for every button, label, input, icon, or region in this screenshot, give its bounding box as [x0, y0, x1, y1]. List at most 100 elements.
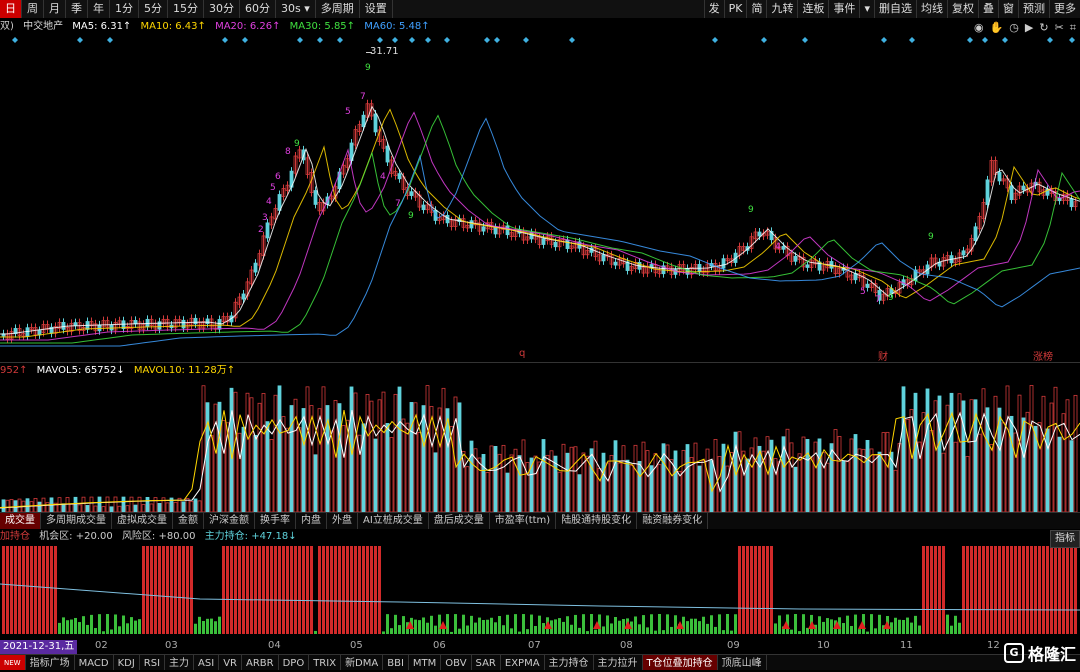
- volume-bar: [1069, 440, 1074, 513]
- chance-bar: [490, 617, 493, 634]
- bottom-tab-2[interactable]: MACD: [75, 655, 114, 670]
- period-11[interactable]: 多周期: [316, 0, 360, 18]
- candle-body: [1069, 198, 1074, 208]
- bottom-tab-12[interactable]: BBI: [383, 655, 409, 670]
- toolbar-right-2[interactable]: 简: [746, 0, 766, 18]
- bottom-tab-8[interactable]: ARBR: [242, 655, 279, 670]
- period-4[interactable]: 年: [88, 0, 110, 18]
- month-label-11: 11: [900, 640, 913, 651]
- chance-bar: [90, 614, 93, 634]
- indicator-tab-7[interactable]: 外盘: [327, 513, 358, 529]
- chance-bar: [734, 614, 737, 634]
- indicator-tab-12[interactable]: 融资融券变化: [637, 513, 709, 529]
- bottom-tab-4[interactable]: RSI: [140, 655, 166, 670]
- toolbar-right-13[interactable]: 更多: [1049, 0, 1080, 18]
- bottom-tab-16[interactable]: EXPMA: [501, 655, 545, 670]
- bottom-tab-13[interactable]: MTM: [409, 655, 442, 670]
- holding-bar: [1042, 546, 1045, 634]
- volume-bar: [1065, 399, 1070, 513]
- bottom-tab-1[interactable]: 指标广场: [26, 655, 75, 670]
- bottom-tab-15[interactable]: SAR: [472, 655, 501, 670]
- toolbar-right-0[interactable]: 发: [703, 0, 724, 18]
- chance-bar: [674, 615, 677, 634]
- replay-icon[interactable]: ↻: [1039, 21, 1048, 35]
- toolbar-right-7[interactable]: 删自选: [874, 0, 916, 18]
- bottom-tab-5[interactable]: 主力: [165, 655, 195, 670]
- bottom-tab-19[interactable]: T仓位叠加持仓: [642, 655, 718, 670]
- period-8[interactable]: 30分: [204, 0, 240, 18]
- play-icon[interactable]: ▶: [1025, 21, 1033, 35]
- period-1[interactable]: 周: [22, 0, 44, 18]
- period-7[interactable]: 15分: [168, 0, 204, 18]
- period-12[interactable]: 设置: [360, 0, 393, 18]
- candle-body: [313, 190, 318, 205]
- volume-bar: [105, 496, 110, 513]
- indicator-tab-2[interactable]: 虚拟成交量: [112, 513, 173, 529]
- bottom-tab-17[interactable]: 主力持仓: [545, 655, 594, 670]
- bottom-tab-18[interactable]: 主力拉升: [594, 655, 643, 670]
- indicator-tab-9[interactable]: 盘后成交量: [429, 513, 490, 529]
- volume-bar: [261, 393, 266, 513]
- toolbar-right-5[interactable]: 事件: [828, 0, 859, 18]
- toolbar-right-10[interactable]: 叠: [978, 0, 998, 18]
- indicator-tab-11[interactable]: 陆股通持股变化: [556, 513, 638, 529]
- period-0[interactable]: 日: [0, 0, 22, 18]
- holding-legend: 加持仓 机会区: +20.00 风险区: +80.00 主力持仓: +47.18…: [0, 530, 303, 544]
- scissors-icon[interactable]: ✂: [1055, 21, 1064, 35]
- toolbar-right-1[interactable]: PK: [723, 0, 747, 18]
- chance-bar: [414, 619, 417, 634]
- holding-bar: [282, 546, 285, 634]
- toolbar-right-3[interactable]: 九转: [766, 0, 797, 18]
- indicator-tab-5[interactable]: 换手率: [255, 513, 296, 529]
- td-number: 4: [266, 197, 272, 207]
- period-5[interactable]: 1分: [110, 0, 139, 18]
- bottom-tab-3[interactable]: KDJ: [114, 655, 140, 670]
- indicator-tab-1[interactable]: 多周期成交量: [41, 513, 112, 529]
- grid-icon[interactable]: ⌗: [1070, 21, 1076, 35]
- clock-icon[interactable]: ◷: [1009, 21, 1019, 35]
- index-button[interactable]: 指标: [1050, 530, 1080, 548]
- period-3[interactable]: 季: [66, 0, 88, 18]
- period-10[interactable]: 30s ▾: [276, 0, 316, 18]
- toolbar-right-8[interactable]: 均线: [916, 0, 947, 18]
- volume-bar: [1021, 417, 1026, 513]
- indicator-tab-0[interactable]: 成交量: [0, 513, 41, 529]
- volume-bar: [613, 440, 618, 513]
- volume-bar: [321, 386, 326, 513]
- bottom-tab-11[interactable]: 新DMA: [341, 655, 384, 670]
- bottom-tab-20[interactable]: 顶底山峰: [718, 655, 767, 670]
- period-2[interactable]: 月: [44, 0, 66, 18]
- kline-chart[interactable]: 23456899574799457 99: [0, 34, 1080, 634]
- period-9[interactable]: 60分: [240, 0, 276, 18]
- td-number: 7: [395, 199, 401, 209]
- holding-bar: [354, 546, 357, 634]
- indicator-tab-8[interactable]: AI立桩成交量: [358, 513, 429, 529]
- toolbar-right-9[interactable]: 复权: [947, 0, 978, 18]
- chance-bar: [918, 625, 921, 634]
- period-6[interactable]: 5分: [139, 0, 168, 18]
- bottom-tab-6[interactable]: ASI: [194, 655, 220, 670]
- indicator-tab-3[interactable]: 金额: [173, 513, 204, 529]
- indicator-tab-10[interactable]: 市盈率(ttm): [490, 513, 557, 529]
- bottom-tab-7[interactable]: VR: [219, 655, 242, 670]
- indicator-tab-4[interactable]: 沪深金额: [204, 513, 255, 529]
- bottom-tab-10[interactable]: TRIX: [309, 655, 342, 670]
- ma-line-3: [0, 114, 1080, 344]
- volume-bar: [673, 450, 678, 513]
- bottom-tab-14[interactable]: OBV: [441, 655, 472, 670]
- toolbar-right-4[interactable]: 连板: [797, 0, 828, 18]
- volume-bar: [641, 441, 646, 513]
- toolbar-right-6[interactable]: ▾: [859, 0, 874, 18]
- volume-bar: [981, 388, 986, 513]
- eye-icon[interactable]: ◉: [974, 21, 984, 35]
- toolbar-right-11[interactable]: 窗: [998, 0, 1018, 18]
- toolbar-right-12[interactable]: 预测: [1018, 0, 1049, 18]
- holding-bar: [38, 546, 41, 634]
- hand-icon[interactable]: ✋: [990, 21, 1004, 35]
- candle-body: [973, 226, 978, 241]
- indicator-tab-6[interactable]: 内盘: [296, 513, 327, 529]
- volume-bar: [813, 441, 818, 513]
- holding-bar: [1022, 546, 1025, 634]
- bottom-tab-0[interactable]: NEW: [0, 655, 26, 670]
- bottom-tab-9[interactable]: DPO: [279, 655, 310, 670]
